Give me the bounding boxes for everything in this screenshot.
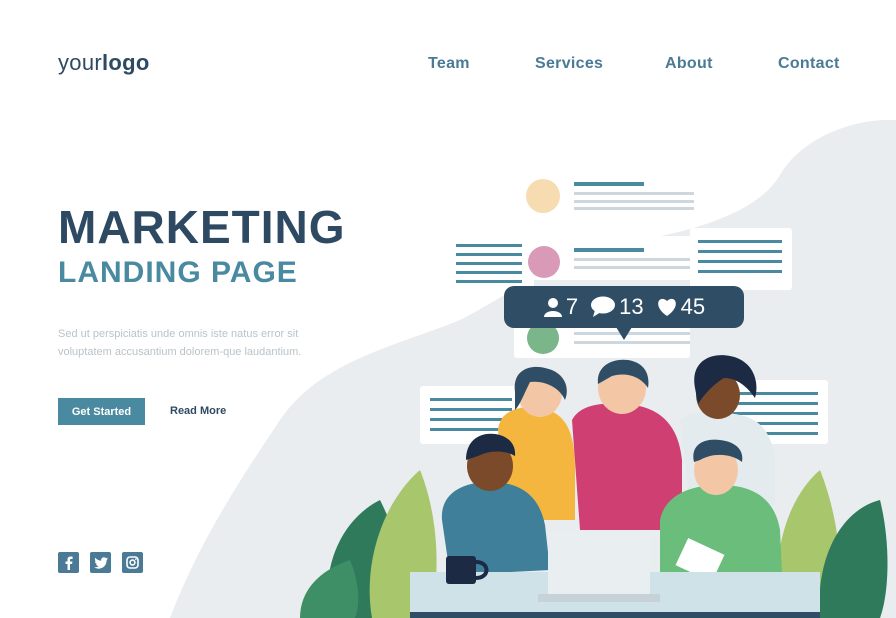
hero-title: MARKETING: [58, 201, 346, 253]
followers-count: 7: [565, 294, 579, 319]
read-more-link[interactable]: Read More: [170, 405, 226, 417]
nav-link-contact[interactable]: Contact: [778, 55, 840, 73]
heart-icon: [657, 298, 676, 316]
user-icon: [543, 298, 562, 317]
likes-count: 45: [680, 294, 706, 319]
hero-illustration: [170, 119, 896, 618]
hero-description: Sed ut perspiciatis unde omnis iste natu…: [58, 328, 302, 358]
main-nav: Team Services About Contact: [0, 55, 896, 77]
get-started-button[interactable]: Get Started: [58, 398, 145, 425]
facebook-icon[interactable]: [58, 552, 79, 573]
nav-link-about[interactable]: About: [665, 55, 713, 73]
nav-link-team[interactable]: Team: [428, 55, 470, 73]
comments-count: 13: [619, 294, 644, 319]
followers-stat: 7: [543, 294, 578, 320]
nav-link-services[interactable]: Services: [535, 55, 603, 73]
instagram-icon[interactable]: [122, 552, 143, 573]
likes-stat: 45: [656, 294, 705, 320]
social-links: [58, 552, 143, 573]
speech-bubble-icon: [591, 296, 616, 317]
comments-stat: 13: [590, 294, 644, 320]
engagement-stats-badge: 7 13 45: [504, 286, 744, 340]
twitter-icon[interactable]: [90, 552, 111, 573]
hero-subtitle: LANDING PAGE: [58, 256, 298, 289]
landing-page: yourlogo Team Services About Contact MAR…: [0, 0, 896, 618]
